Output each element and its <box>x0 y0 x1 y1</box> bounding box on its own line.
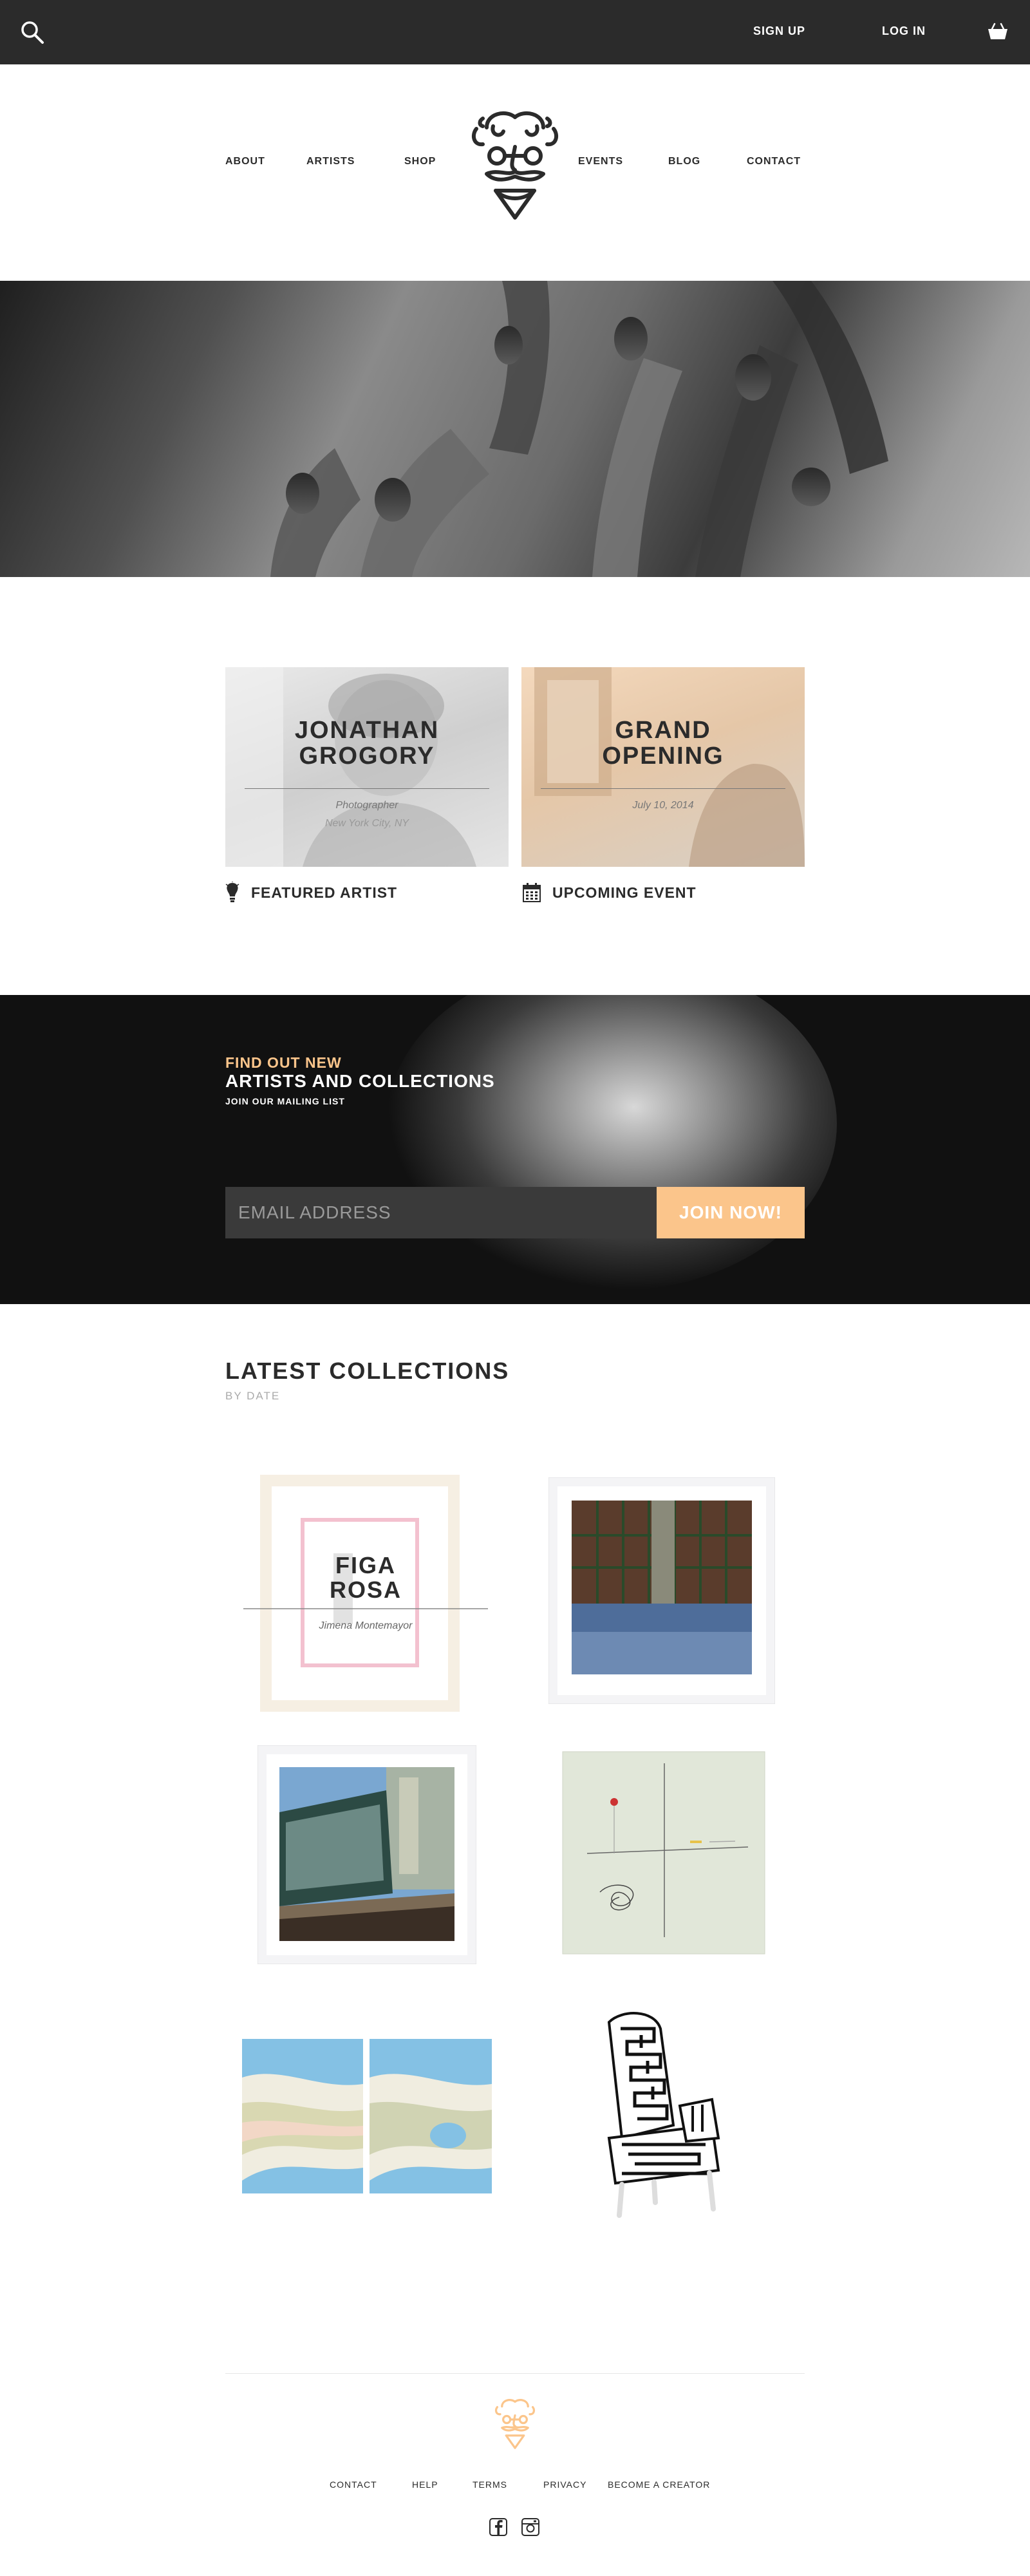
featured-artist-card[interactable]: JONATHAN GROGORY Photographer New York C… <box>225 667 509 867</box>
collection-item-storefront[interactable] <box>548 1477 776 1705</box>
storefront-photo <box>548 1477 776 1705</box>
collections-subtitle: BY DATE <box>225 1390 281 1402</box>
nav-contact[interactable]: CONTACT <box>747 156 801 167</box>
footer-privacy[interactable]: PRIVACY <box>543 2479 586 2490</box>
diptych-artwork <box>242 2039 492 2193</box>
facebook-icon[interactable] <box>489 2518 507 2536</box>
overlay-artist: Jimena Montemayor <box>319 1620 413 1631</box>
basket-icon[interactable] <box>987 22 1009 41</box>
card-title-line1: JONATHAN <box>294 717 440 744</box>
card-title-line2: OPENING <box>602 743 724 770</box>
card-location: New York City, NY <box>324 818 409 829</box>
footer-contact[interactable]: CONTACT <box>330 2479 377 2490</box>
nav-blog[interactable]: BLOG <box>668 156 700 167</box>
card-title-line2: GROGORY <box>299 743 435 770</box>
featured-artist-label[interactable]: FEATURED ARTIST <box>225 881 397 904</box>
upcoming-event-text: UPCOMING EVENT <box>552 884 697 901</box>
upcoming-event-label[interactable]: UPCOMING EVENT <box>523 881 697 904</box>
footer-help[interactable]: HELP <box>412 2479 438 2490</box>
maze-chair-artwork <box>607 2012 720 2218</box>
nav-events[interactable]: EVENTS <box>578 156 623 167</box>
nav-artists[interactable]: ARTISTS <box>306 156 355 167</box>
mailing-kicker: FIND OUT NEW <box>225 1054 342 1071</box>
lightbulb-icon <box>225 882 239 902</box>
card-divider <box>245 788 489 789</box>
nav-about[interactable]: ABOUT <box>225 156 265 167</box>
sketch-artwork <box>562 1751 765 1955</box>
card-subtitle: Photographer <box>335 800 398 811</box>
mailing-background-photo <box>386 995 837 1291</box>
card-date: July 10, 2014 <box>632 800 694 811</box>
footer-become-a-creator[interactable]: BECOME A CREATOR <box>608 2479 710 2490</box>
instagram-icon[interactable] <box>521 2518 539 2536</box>
mailing-heading: ARTISTS AND COLLECTIONS <box>225 1071 495 1091</box>
top-bar: SIGN UP LOG IN <box>0 0 1030 64</box>
nav-shop[interactable]: SHOP <box>404 156 436 167</box>
collection-item-sketch[interactable] <box>561 1750 766 1955</box>
footer-divider <box>225 2373 805 2374</box>
card-divider <box>541 788 785 789</box>
email-field[interactable] <box>225 1187 657 1238</box>
subway-entrance-photo <box>257 1745 477 1965</box>
overlay-title-line2: ROSA <box>329 1577 402 1603</box>
footer-terms[interactable]: TERMS <box>473 2479 507 2490</box>
mailing-subheading: JOIN OUR MAILING LIST <box>225 1096 345 1106</box>
mailing-list-section: FIND OUT NEW ARTISTS AND COLLECTIONS JOI… <box>0 995 1030 1304</box>
calendar-icon <box>523 883 541 902</box>
search-icon[interactable] <box>19 19 45 45</box>
log-in-link[interactable]: LOG IN <box>882 24 926 38</box>
face-logo[interactable] <box>467 107 563 222</box>
collection-item-diptych[interactable] <box>242 2039 492 2193</box>
hero-image <box>0 281 1030 577</box>
hands-photo <box>270 281 888 577</box>
collection-item-chair[interactable] <box>583 2009 738 2228</box>
sign-up-link[interactable]: SIGN UP <box>753 24 805 38</box>
featured-artist-text: FEATURED ARTIST <box>251 884 398 901</box>
collections-title: LATEST COLLECTIONS <box>225 1358 510 1384</box>
upcoming-event-card[interactable]: GRAND OPENING July 10, 2014 <box>521 667 805 867</box>
collection-item-subway[interactable] <box>257 1745 477 1965</box>
join-now-button[interactable]: JOIN NOW! <box>657 1187 805 1238</box>
card-title-line1: GRAND <box>615 717 711 744</box>
footer-logo[interactable] <box>493 2397 537 2450</box>
collection-item-figa-rosa[interactable]: FIGA ROSA Jimena Montemayor <box>243 1470 488 1714</box>
overlay-title-line1: FIGA <box>335 1552 396 1578</box>
